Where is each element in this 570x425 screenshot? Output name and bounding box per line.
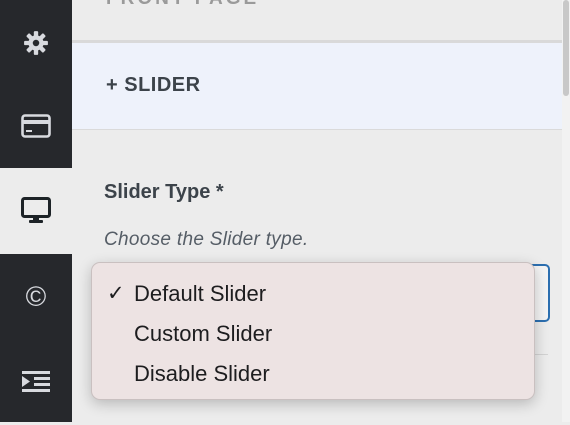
scrollbar[interactable] [562, 0, 570, 422]
copyright-icon: © [25, 281, 47, 312]
field-description: Choose the Slider type. [104, 229, 309, 250]
checkmark-icon: ✓ [107, 282, 125, 305]
indent-icon [22, 370, 50, 394]
panel-header-title: FRONT PAGE [106, 0, 259, 10]
sidebar-item-display[interactable] [0, 168, 72, 254]
scrollbar-thumb[interactable] [563, 0, 569, 96]
desktop-icon [21, 197, 51, 225]
option-label: Custom Slider [134, 321, 273, 346]
section-title: + SLIDER [106, 74, 201, 96]
option-label: Default Slider [134, 281, 267, 306]
option-disable-slider[interactable]: Disable Slider [92, 353, 534, 393]
sidebar-item-card[interactable] [0, 83, 72, 169]
card-icon [21, 114, 51, 138]
sidebar-item-copyright[interactable]: © [0, 254, 72, 340]
slider-type-dropdown: ✓ Default Slider Custom Slider Disable S… [91, 262, 535, 400]
option-custom-slider[interactable]: Custom Slider [92, 313, 534, 353]
gear-icon [23, 30, 49, 56]
sidebar-item-indent[interactable] [0, 339, 72, 425]
sidebar-item-settings[interactable] [0, 0, 72, 86]
field-label: Slider Type * [104, 181, 224, 203]
option-label: Disable Slider [134, 361, 270, 386]
sidebar: © [0, 0, 72, 422]
option-default-slider[interactable]: ✓ Default Slider [92, 273, 534, 313]
slider-section-toggle[interactable]: + SLIDER [72, 43, 562, 130]
